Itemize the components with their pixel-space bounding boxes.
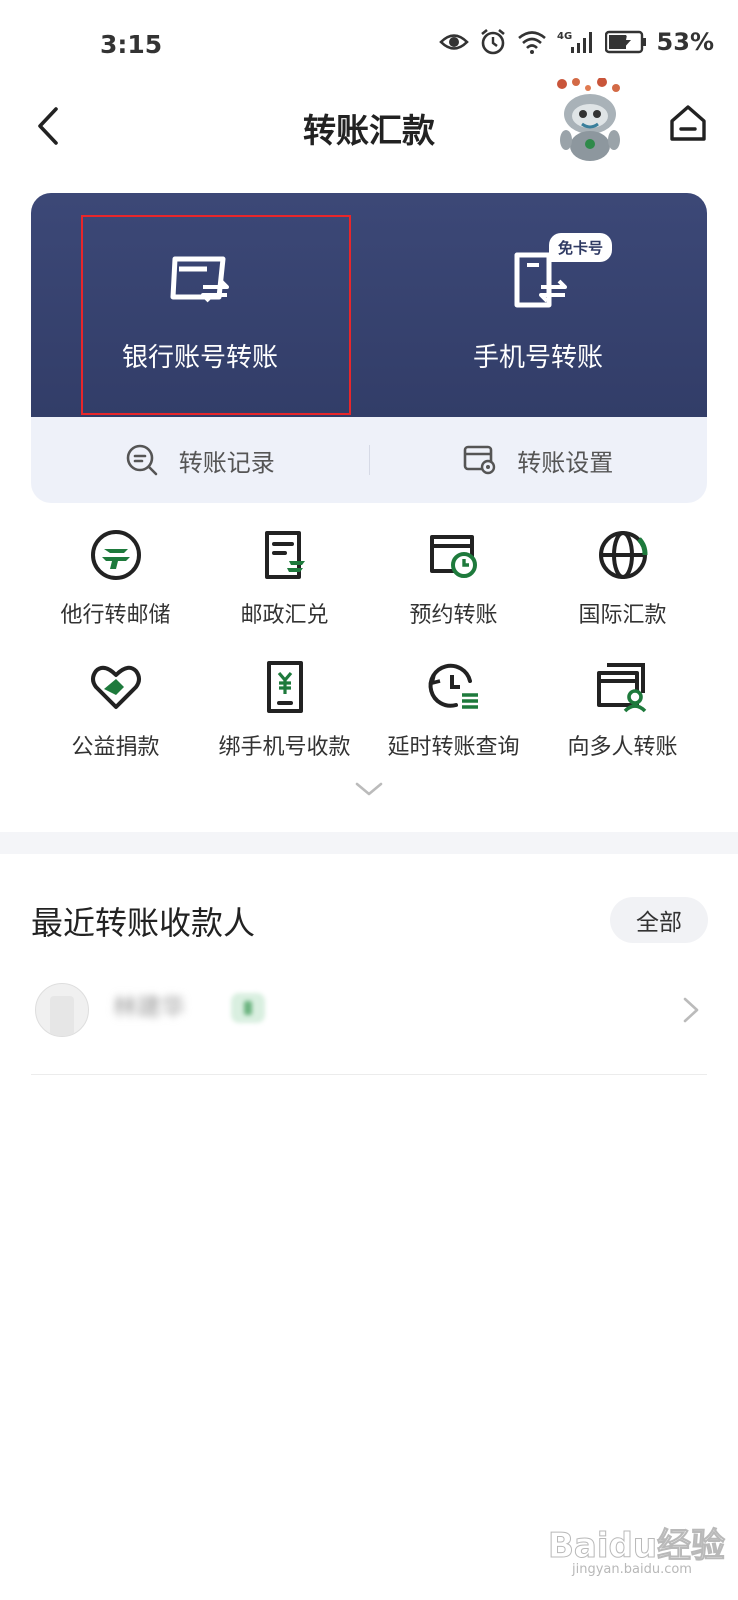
grid-label: 公益捐款	[71, 735, 160, 760]
grid-label: 绑手机号收款	[218, 735, 351, 760]
grid-item-multi-person-transfer[interactable]: 向多人转账	[538, 657, 707, 789]
heart-handshake-icon	[86, 657, 146, 717]
view-all-button[interactable]: 全部	[610, 897, 708, 943]
avatar	[35, 983, 89, 1037]
watermark-sub: jingyan.baidu.com	[572, 1562, 692, 1577]
grid-label: 国际汇款	[578, 603, 667, 628]
grid-label: 延时转账查询	[387, 735, 520, 760]
multi-person-icon	[593, 657, 653, 717]
grid-item-international-remittance[interactable]: 国际汇款	[538, 525, 707, 657]
bank-badge	[231, 993, 265, 1023]
grid-item-postal-remittance[interactable]: 邮政汇兑	[200, 525, 369, 657]
recent-payee-row[interactable]: 林建华	[31, 975, 707, 1075]
card-settings-icon	[463, 445, 496, 475]
recent-payees-title: 最近转账收款人	[31, 904, 256, 942]
home-button[interactable]	[664, 98, 712, 148]
alarm-icon	[480, 28, 505, 55]
transfer-main-card: 银行账号转账 免卡号 手机号转账 转账记录 转账设置	[31, 193, 707, 503]
scheduled-transfer-icon	[424, 525, 484, 585]
status-time: 3:15	[100, 30, 163, 59]
phone-yuan-icon	[255, 657, 315, 717]
payee-name: 林建华	[113, 993, 185, 1021]
header: 转账汇款	[0, 78, 738, 164]
wifi-icon	[517, 31, 546, 54]
highlight-annotation-box	[81, 215, 351, 415]
chat-search-icon	[126, 444, 158, 476]
grid-item-delayed-transfer-query[interactable]: 延时转账查询	[369, 657, 538, 789]
chevron-down-icon[interactable]	[353, 780, 385, 800]
phone-transfer-label: 手机号转账	[472, 343, 603, 373]
grid-row-1: 他行转邮储 邮政汇兑 预约转账 国际汇款	[31, 525, 707, 657]
baidu-watermark: Baidu经验 jingyan.baidu.com	[547, 1518, 728, 1588]
remittance-doc-icon	[255, 525, 315, 585]
status-icons: 4G 53%	[438, 28, 714, 56]
function-grid: 他行转邮储 邮政汇兑 预约转账 国际汇款 公益捐款 绑手机号收款 延时转账查询 …	[31, 525, 707, 789]
grid-row-2: 公益捐款 绑手机号收款 延时转账查询 向多人转账	[31, 657, 707, 789]
transfer-settings-button[interactable]: 转账设置	[370, 417, 708, 503]
grid-label: 预约转账	[409, 603, 498, 628]
status-bar: 3:15 4G 53%	[0, 0, 738, 90]
grid-item-bind-phone-receive[interactable]: 绑手机号收款	[200, 657, 369, 789]
battery-icon	[604, 30, 646, 54]
mascot-robot-icon[interactable]	[552, 78, 628, 164]
grid-item-charity-donation[interactable]: 公益捐款	[31, 657, 200, 789]
section-separator	[0, 832, 738, 854]
card-top-area: 银行账号转账 免卡号 手机号转账	[31, 193, 707, 417]
phone-number-transfer-button[interactable]: 免卡号 手机号转账	[369, 193, 707, 417]
grid-label: 邮政汇兑	[240, 603, 329, 628]
grid-item-other-bank-to-postal[interactable]: 他行转邮储	[31, 525, 200, 657]
home-icon	[670, 105, 706, 141]
battery-percent: 53%	[656, 28, 714, 56]
grid-label: 向多人转账	[567, 735, 678, 760]
watermark-text: Baidu经验	[547, 1526, 726, 1567]
transfer-records-button[interactable]: 转账记录	[31, 417, 369, 503]
grid-label: 他行转邮储	[60, 603, 171, 628]
eye-icon	[438, 34, 469, 50]
postal-logo-icon	[86, 525, 146, 585]
network-type: 4G	[557, 31, 572, 42]
signal-4g-icon: 4G	[557, 31, 592, 53]
transfer-records-label: 转账记录	[178, 448, 275, 477]
no-card-badge: 免卡号	[549, 233, 613, 262]
globe-icon	[593, 525, 653, 585]
chevron-right-icon	[683, 997, 699, 1023]
phone-transfer-icon: 免卡号	[503, 233, 613, 315]
transfer-settings-label: 转账设置	[517, 448, 614, 477]
card-bottom-bar: 转账记录 转账设置	[31, 417, 707, 503]
delayed-query-icon	[424, 657, 484, 717]
grid-item-scheduled-transfer[interactable]: 预约转账	[369, 525, 538, 657]
